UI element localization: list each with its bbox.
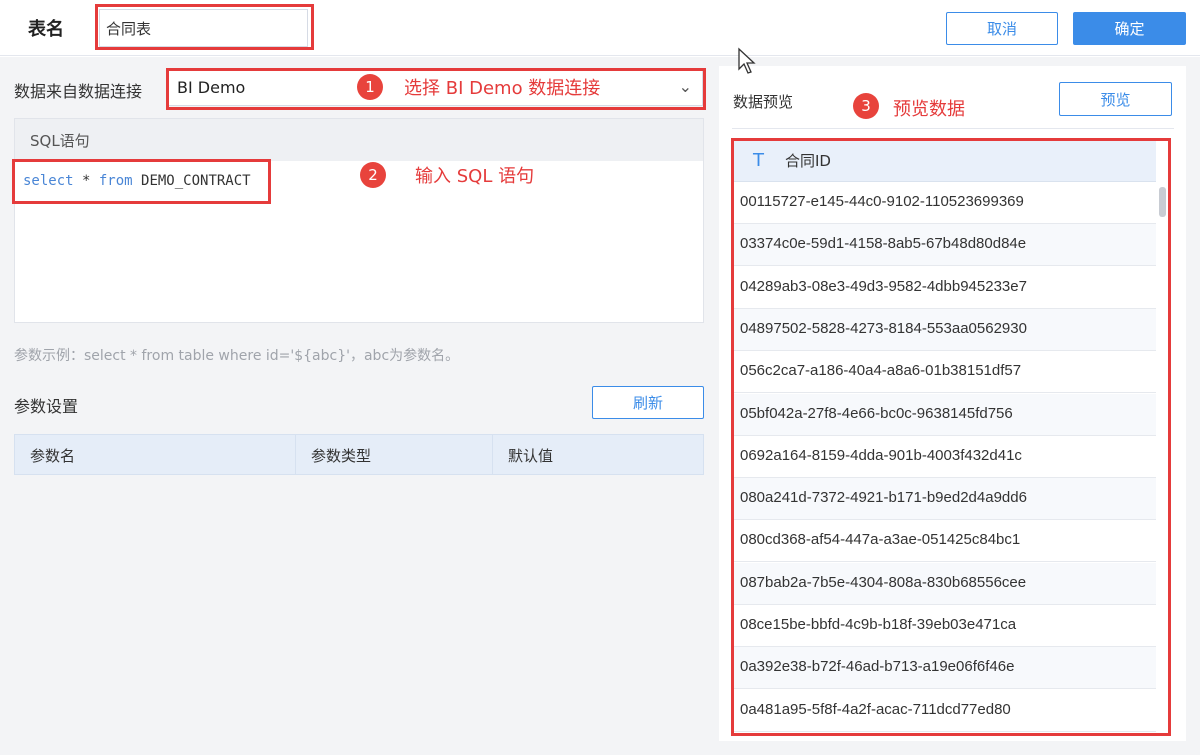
table-row[interactable]: 03374c0e-59d1-4158-8ab5-67b48d80d84e [733,224,1156,267]
table-row[interactable]: 0a481a95-5f8f-4a2f-acac-711dcd77ed80 [733,690,1156,732]
param-table-header: 参数名 参数类型 默认值 [14,434,704,475]
annotation-1: 选择 BI Demo 数据连接 [404,78,601,99]
param-hint: 参数示例：select * from table where id='${abc… [14,348,460,364]
source-label: 数据来自数据连接 [14,82,143,101]
refresh-button[interactable]: 刷新 [592,386,704,419]
preview-button[interactable]: 预览 [1059,82,1172,116]
table-row[interactable]: 00115727-e145-44c0-9102-110523699369 [733,182,1156,224]
table-row[interactable]: 0a392e38-b72f-46ad-b713-a19e06f6f46e [733,647,1156,690]
connection-value: BI Demo [177,78,246,97]
preview-grid: T 合同ID 00115727-e145-44c0-9102-110523699… [733,140,1173,736]
param-settings-title: 参数设置 [14,397,79,416]
step-badge-1: 1 [357,74,383,100]
table-row[interactable]: 087bab2a-7b5e-4304-808a-830b68556cee [733,562,1156,605]
step-badge-3: 3 [853,93,879,119]
header-bar: 表名 合同表 取消 确定 [0,0,1200,56]
sql-token: * [73,173,99,189]
sql-code[interactable]: select * from DEMO_CONTRACT [23,173,251,189]
preview-divider [732,128,1174,129]
sql-editor[interactable]: SQL语句 select * from DEMO_CONTRACT [14,118,704,323]
preview-title: 数据预览 [733,93,794,111]
table-row[interactable]: 04897502-5828-4273-8184-553aa0562930 [733,308,1156,351]
table-row[interactable]: 080cd368-af54-447a-a3ae-051425c84bc1 [733,520,1156,563]
param-col-type: 参数类型 [296,435,493,474]
scrollbar-thumb[interactable] [1159,187,1166,217]
sql-keyword-from: from [98,173,133,189]
annotation-3: 预览数据 [893,99,965,120]
table-row[interactable]: 0692a164-8159-4dda-901b-4003f432d41c [733,436,1156,478]
confirm-button[interactable]: 确定 [1073,12,1186,45]
table-row[interactable]: 080a241d-7372-4921-b171-b9ed2d4a9dd6 [733,478,1156,521]
column-header-contract-id: 合同ID [785,152,831,170]
grid-header[interactable]: T 合同ID [733,140,1156,182]
table-row[interactable]: 04289ab3-08e3-49d3-9582-4dbb945233e7 [733,267,1156,309]
param-col-default: 默认值 [508,447,554,465]
sql-table: DEMO_CONTRACT [132,173,251,189]
chevron-down-icon: ⌄ [678,77,692,96]
param-col-name: 参数名 [15,435,296,474]
sql-keyword-select: select [23,173,74,189]
mouse-cursor-icon [738,47,756,74]
table-name-label: 表名 [28,19,64,40]
table-row[interactable]: 05bf042a-27f8-4e66-bc0c-9638145fd756 [733,393,1156,436]
text-type-icon: T [753,150,764,171]
cancel-button[interactable]: 取消 [946,12,1058,45]
table-name-input[interactable]: 合同表 [99,9,308,47]
table-row[interactable]: 056c2ca7-a186-40a4-a8a6-01b38151df57 [733,351,1156,394]
table-row[interactable]: 08ce15be-bbfd-4c9b-b18f-39eb03e471ca [733,605,1156,647]
step-badge-2: 2 [360,162,386,188]
annotation-2: 输入 SQL 语句 [415,166,535,187]
sql-editor-title: SQL语句 [15,119,703,161]
